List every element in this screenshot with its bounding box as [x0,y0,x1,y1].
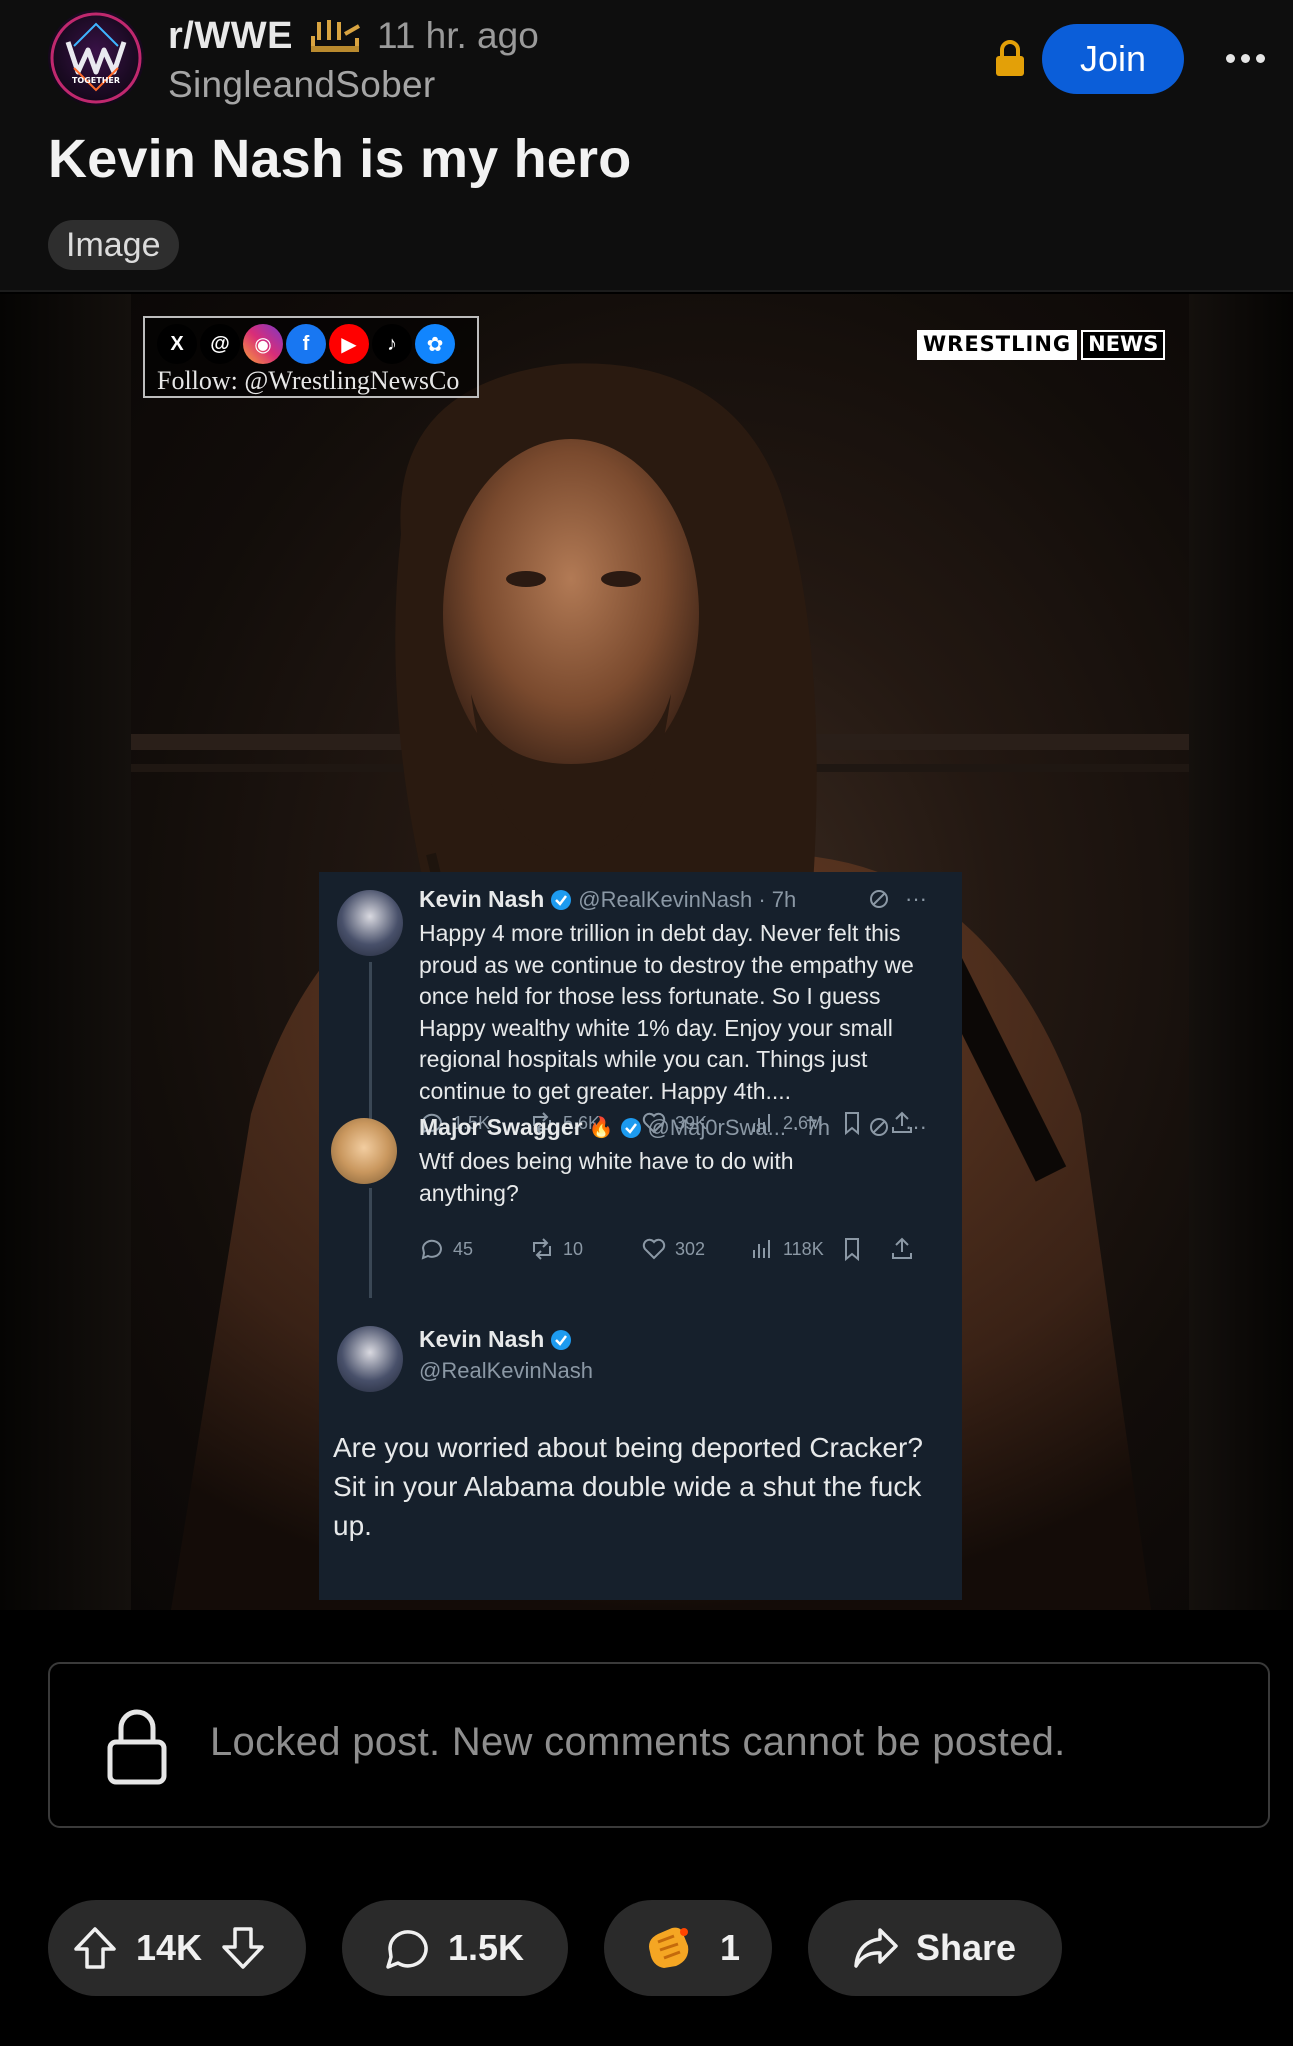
watermark-word-1: WRESTLING [917,330,1078,360]
lock-icon [107,1709,167,1785]
thread-line [369,1188,372,1298]
like-count: 302 [675,1238,706,1259]
locked-post-message: Locked post. New comments cannot be post… [210,1720,1066,1764]
upvote-icon[interactable] [70,1923,120,1973]
tweet-views: 118K [749,1236,824,1262]
view-count: 118K [783,1238,824,1259]
grok-icon [870,1118,888,1136]
tweet-corner-icons: ··· [867,886,927,912]
lock-icon [996,40,1024,76]
post-time: 11 hr. ago [376,15,539,56]
tweet-avatar [337,890,403,956]
share-icon [854,1928,898,1968]
tweet-corner-icons: ··· [867,1114,927,1140]
tweet-more-icon: ··· [905,886,927,911]
tweet-like: 302 [641,1236,705,1262]
tweet-avatar [337,1326,403,1392]
comments-button[interactable]: 1.5K [342,1900,568,1996]
post-header: TOGETHER r/WWE 11 hr. ago SingleandSober… [0,0,1293,292]
watermark-word-2: NEWS [1081,330,1166,360]
share-button[interactable]: Share [808,1900,1062,1996]
comment-icon [386,1930,428,1969]
tweet-author-name: Kevin Nash [419,886,545,912]
tweet-author-name: Kevin Nash [419,1326,545,1352]
subreddit-avatar[interactable]: TOGETHER [48,10,144,106]
retweet-count: 10 [563,1238,584,1259]
tweet-avatar [331,1118,397,1184]
image-backdrop-left [0,294,131,1610]
x-icon: X [157,324,197,364]
subreddit-line: r/WWE 11 hr. ago [168,12,539,60]
reply-count: 45 [453,1238,474,1259]
join-button[interactable]: Join [1042,24,1184,94]
tweet-header: Kevin Nash @RealKevinNash · 7h [419,886,796,913]
tweet-handle: @Maj0rSwa... · 7h [647,1114,831,1140]
post-flair: Image [48,220,179,270]
wrestling-news-watermark: WRESTLING NEWS [917,330,1166,360]
tweet-body: Wtf does being white have to do with any… [419,1148,794,1206]
locked-post-notice: Locked post. New comments cannot be post… [48,1662,1270,1828]
tweet-more-icon: ··· [905,1114,927,1139]
award-icon [649,1927,689,1968]
verified-icon [620,1117,641,1138]
share-label: Share [916,1927,1017,1968]
image-backdrop-right [1189,294,1293,1610]
tweet-thread-card: Kevin Nash @RealKevinNash · 7h ··· Happy… [319,872,962,1600]
grok-icon [870,890,888,908]
youtube-icon: ▶ [329,324,369,364]
tweet-actions: 45 10 302 118K [419,1236,939,1266]
more-options-icon[interactable] [1220,36,1270,80]
tweet-handle: @RealKevinNash · 7h [578,886,797,912]
tweet-retweet: 10 [529,1236,583,1262]
vote-count: 14K [136,1927,203,1968]
facebook-icon: f [286,324,326,364]
instagram-icon: ◉ [243,324,283,364]
tweet-share-icon [889,1236,915,1262]
social-follow-banner: X @ ◉ f ▶ ♪ ✿ Follow: @WrestlingNewsCo [143,316,479,398]
verified-icon [551,889,572,910]
tiktok-icon: ♪ [372,324,412,364]
reply-icon [421,1239,442,1260]
fire-icon: 🔥 [588,1117,614,1139]
vote-control: 14K [48,1900,306,1996]
tweet-handle: @RealKevinNash [419,1358,593,1383]
verified-icon [551,1329,572,1350]
tweet-header: Major Swagger 🔥 @Maj0rSwa... · 7h [419,1114,830,1141]
award-button[interactable]: 1 [604,1900,772,1996]
subreddit-name[interactable]: r/WWE [168,15,293,58]
tweet-reply: 45 [419,1236,473,1262]
downvote-icon[interactable] [218,1923,268,1973]
avatar-label: TOGETHER [72,76,120,85]
views-icon [753,1240,770,1258]
award-count: 1 [720,1927,741,1968]
post-action-bar: 14K 1.5K 1 Share [0,1900,1293,1996]
bluesky-icon: ✿ [415,324,455,364]
heart-icon [642,1238,666,1260]
post-image[interactable]: X @ ◉ f ▶ ♪ ✿ Follow: @WrestlingNewsCo W… [0,294,1293,1610]
ring-icon [310,20,360,52]
follow-handle: Follow: @WrestlingNewsCo [157,366,460,395]
comment-count: 1.5K [448,1927,525,1968]
post-title: Kevin Nash is my hero [48,129,632,189]
tweet-body: Happy 4 more trillion in debt day. Never… [419,920,914,1104]
author-name[interactable]: SingleandSober [168,64,436,106]
tweet-author-name: Major Swagger [419,1114,583,1140]
bookmark-icon [839,1236,865,1262]
threads-icon: @ [200,324,240,364]
bookmark-icon [839,1110,865,1136]
tweet-header: Kevin Nash [419,1326,572,1353]
tweet-body: Are you worried about being deported Cra… [333,1432,923,1541]
retweet-icon [533,1238,551,1260]
